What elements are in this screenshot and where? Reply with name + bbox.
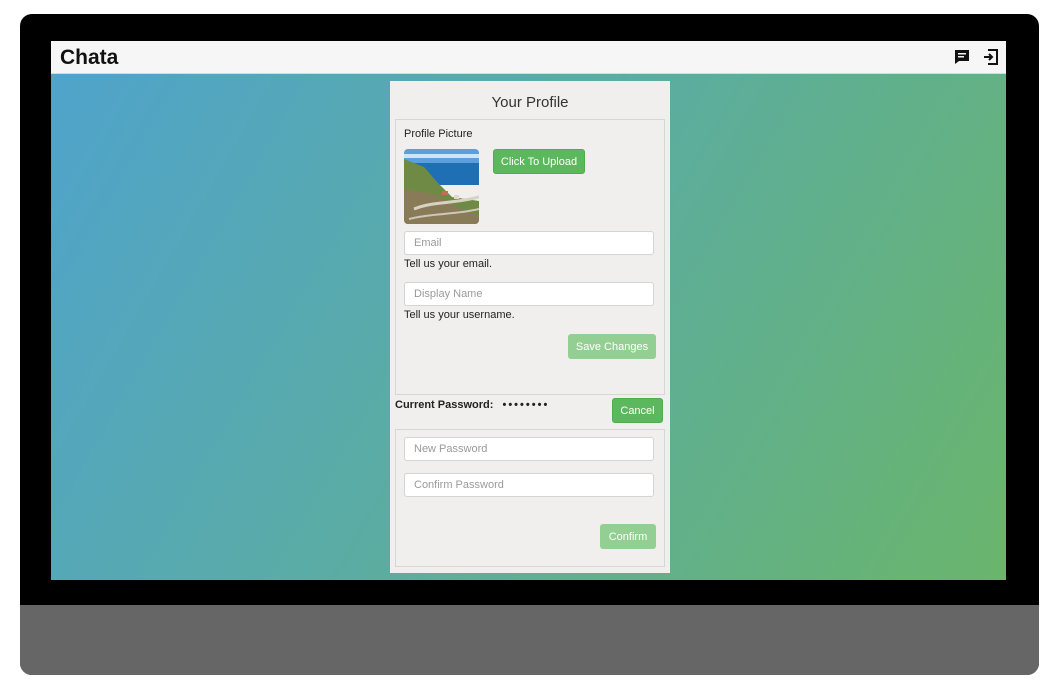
email-field[interactable] bbox=[404, 231, 654, 255]
app-screen: Chata Your Profile Profile Picture Click… bbox=[51, 41, 1006, 580]
password-panel: Confirm bbox=[395, 429, 665, 567]
confirm-button[interactable]: Confirm bbox=[600, 524, 656, 549]
cancel-button[interactable]: Cancel bbox=[612, 398, 663, 423]
profile-picture-label: Profile Picture bbox=[404, 128, 473, 140]
profile-card: Your Profile Profile Picture Click To Up… bbox=[390, 81, 670, 573]
device-chin bbox=[20, 605, 1039, 675]
current-password-row: Current Password: •••••••• bbox=[395, 399, 549, 411]
profile-picture bbox=[404, 149, 479, 224]
email-help-text: Tell us your email. bbox=[404, 258, 493, 270]
save-changes-button[interactable]: Save Changes bbox=[568, 334, 656, 359]
top-navbar: Chata bbox=[51, 41, 1006, 74]
display-name-field[interactable] bbox=[404, 282, 654, 306]
upload-button[interactable]: Click To Upload bbox=[493, 149, 585, 174]
chat-icon[interactable] bbox=[953, 48, 971, 66]
device-frame: Chata Your Profile Profile Picture Click… bbox=[20, 14, 1039, 675]
brand-logo[interactable]: Chata bbox=[60, 46, 118, 70]
current-password-value: •••••••• bbox=[502, 399, 550, 411]
logout-icon[interactable] bbox=[982, 48, 1000, 66]
profile-panel: Profile Picture Click To Upload Email Te… bbox=[395, 119, 665, 395]
page-title: Your Profile bbox=[491, 94, 569, 111]
confirm-password-field[interactable] bbox=[404, 473, 654, 497]
display-name-help-text: Tell us your username. bbox=[404, 309, 515, 321]
current-password-label: Current Password: bbox=[395, 399, 494, 411]
new-password-field[interactable] bbox=[404, 437, 654, 461]
